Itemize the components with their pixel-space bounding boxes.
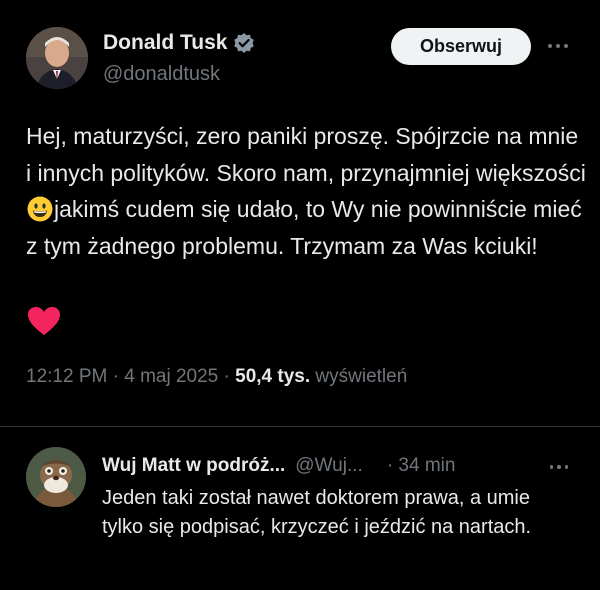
reply-text: Jeden taki został nawet doktorem prawa, … [102, 487, 532, 538]
tweet-text: Hej, maturzyści, zero paniki proszę. Spó… [26, 118, 586, 264]
tweet-text-part2: jakimś cudem się udało, to Wy nie powinn… [26, 196, 582, 259]
author-name-row: Donald Tusk [103, 31, 255, 55]
tweet-text-part1: Hej, maturzyści, zero paniki proszę. Spó… [26, 123, 586, 186]
red-heart-emoji-icon [27, 306, 61, 336]
reply-time[interactable]: · 34 min [387, 455, 456, 477]
reply-author-handle[interactable]: @Wuj... [295, 455, 363, 477]
meta-separator: · [223, 366, 230, 387]
reply-header: Wuj Matt w podróż... @Wuj... · 34 min [102, 455, 455, 477]
author-name[interactable]: Donald Tusk [103, 31, 227, 55]
views-count: 50,4 tys. [235, 366, 311, 387]
grinning-face-emoji-icon [27, 196, 53, 222]
verified-badge-icon [233, 32, 255, 54]
views-label: wyświetleń [315, 366, 408, 387]
author-handle[interactable]: @donaldtusk [103, 63, 220, 86]
reply-tweet[interactable]: Wuj Matt w podróż... @Wuj... · 34 min Je… [0, 427, 600, 590]
reply-author-name[interactable]: Wuj Matt w podróż... [102, 455, 285, 477]
tweet-meta: 12:12 PM · 4 maj 2025 · 50,4 tys. wyświe… [26, 366, 407, 388]
more-options-icon[interactable] [541, 35, 575, 57]
meta-separator: · [112, 366, 119, 387]
reply-author-avatar[interactable] [26, 447, 86, 507]
tweet-time[interactable]: 12:12 PM [26, 366, 107, 387]
tweet-date[interactable]: 4 maj 2025 [124, 366, 218, 387]
main-tweet: Donald Tusk @donaldtusk Obserwuj Hej, ma… [0, 0, 600, 426]
author-avatar[interactable] [26, 27, 88, 89]
follow-button[interactable]: Obserwuj [391, 28, 531, 65]
reply-more-options-icon[interactable] [544, 457, 574, 477]
